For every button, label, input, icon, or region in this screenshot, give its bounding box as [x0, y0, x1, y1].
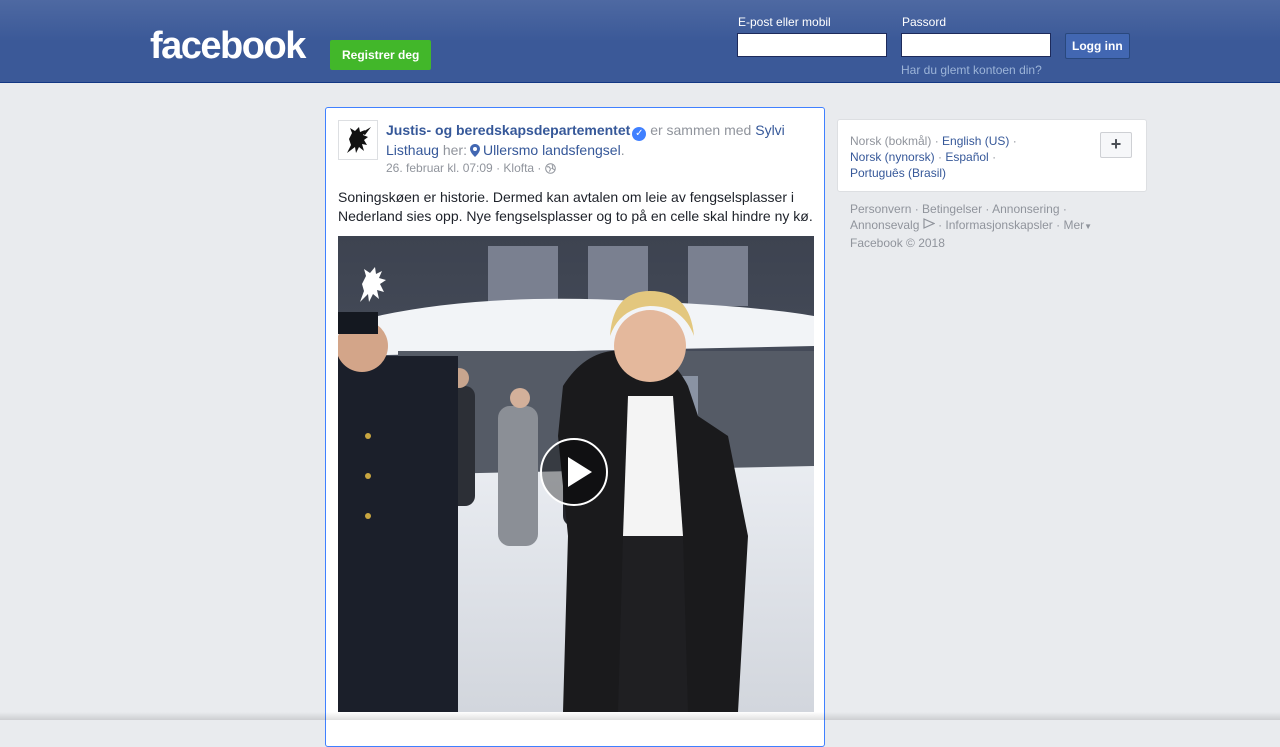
post-place[interactable]: Klofta [503, 161, 534, 175]
login-button[interactable]: Logg inn [1065, 33, 1130, 59]
password-label: Passord [902, 15, 947, 29]
more-languages-button[interactable]: + [1100, 132, 1132, 158]
forgot-account-link[interactable]: Har du glemt kontoen din? [901, 63, 1042, 77]
register-button[interactable]: Registrer deg [330, 40, 432, 70]
language-selector: Norsk (bokmål) · English (US) · Norsk (n… [837, 119, 1147, 192]
top-bar: facebook Registrer deg E-post eller mobi… [0, 0, 1280, 83]
verified-badge-icon: ✓ [632, 127, 647, 141]
footer-link-betingelser[interactable]: Betingelser [922, 202, 982, 216]
chevron-down-icon: ▼ [1084, 222, 1093, 231]
post-meta: 26. februar kl. 07:09 · Klofta · [386, 161, 556, 175]
bottom-shadow [0, 712, 1280, 720]
adchoices-icon[interactable] [923, 218, 936, 229]
post-video[interactable] [338, 236, 814, 712]
location-link[interactable]: Ullersmo landsfengsel [483, 142, 621, 158]
post-card: Justis- og beredskapsdepartementet ✓ er s… [325, 107, 825, 747]
author-link[interactable]: Justis- og beredskapsdepartementet [386, 122, 630, 138]
copyright: Facebook © 2018 [850, 236, 945, 250]
location-pin-icon [469, 144, 480, 157]
email-input[interactable] [737, 33, 887, 57]
author-avatar[interactable] [338, 120, 378, 160]
language-list: Norsk (bokmål) · English (US) · Norsk (n… [850, 134, 1017, 180]
post-message: Soningskøen er historie. Dermed kan avta… [338, 189, 813, 224]
email-label: E-post eller mobil [738, 15, 831, 29]
language-english-us[interactable]: English (US) [942, 134, 1009, 148]
language-norsk-nynorsk[interactable]: Norsk (nynorsk) [850, 150, 935, 164]
post-header: Justis- og beredskapsdepartementet ✓ er s… [386, 122, 785, 158]
post-date[interactable]: 26. februar kl. 07:09 [386, 161, 493, 175]
footer-link-personvern[interactable]: Personvern [850, 202, 911, 216]
footer-link-annonsering[interactable]: Annonsering [992, 202, 1059, 216]
password-input[interactable] [901, 33, 1051, 57]
current-language: Norsk (bokmål) [850, 134, 932, 148]
globe-icon [544, 163, 556, 174]
footer-link-informasjonskapsler[interactable]: Informasjonskapsler [945, 218, 1052, 232]
language-espanol[interactable]: Español [945, 150, 988, 164]
language-portugues-brasil[interactable]: Português (Brasil) [850, 166, 946, 180]
footer-link-mer[interactable]: Mer [1063, 218, 1084, 232]
footer-links: Personvern · Betingelser · Annonsering ·… [850, 202, 1093, 250]
lion-crest-icon [347, 127, 371, 153]
play-button-icon[interactable] [540, 438, 608, 506]
facebook-logo[interactable]: facebook [150, 24, 306, 68]
footer-link-annonsevalg[interactable]: Annonsevalg [850, 218, 919, 232]
at-text: her: [442, 142, 467, 158]
with-text: er sammen med [650, 122, 752, 138]
